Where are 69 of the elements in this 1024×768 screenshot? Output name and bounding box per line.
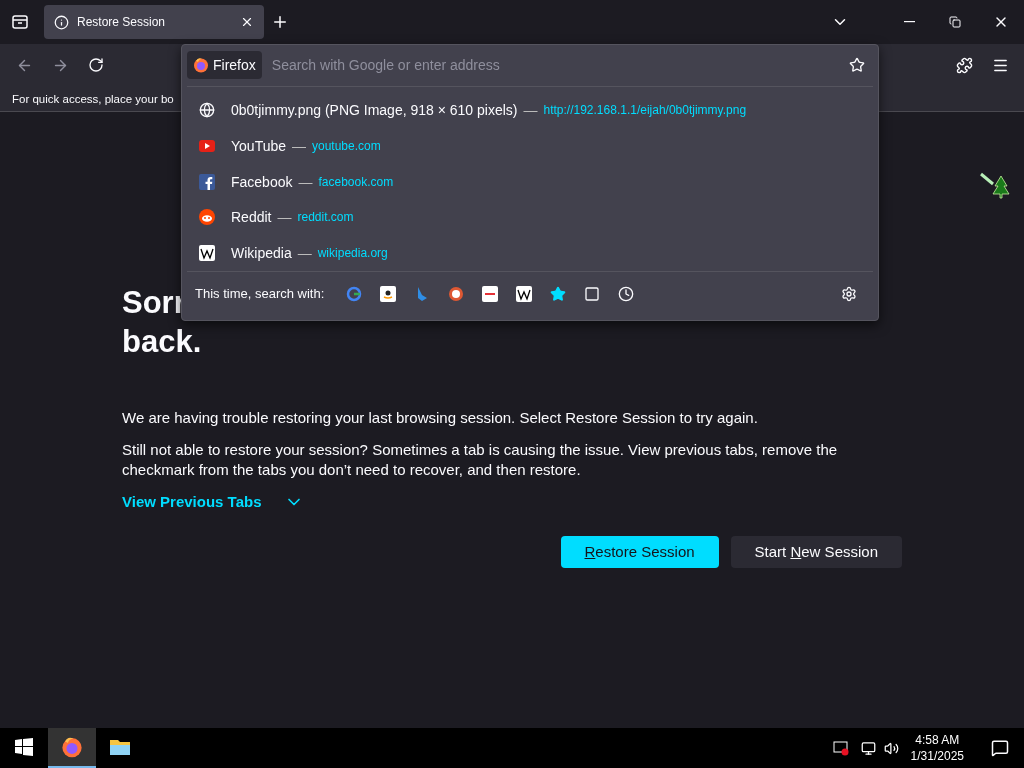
network-icon[interactable] <box>860 740 876 756</box>
page-heading: Sorr <box>122 284 186 322</box>
suggestion-url: youtube.com <box>312 138 381 153</box>
dash-separator: — <box>292 137 306 154</box>
suggestion-row[interactable]: Facebook — facebook.com <box>187 163 873 200</box>
gear-icon <box>841 285 857 302</box>
w-icon <box>199 244 215 261</box>
fox-icon <box>61 736 83 758</box>
identity-button[interactable]: Firefox <box>187 51 262 80</box>
info-icon <box>54 14 69 30</box>
suggestion-url: facebook.com <box>318 174 394 189</box>
folder-icon <box>109 738 131 756</box>
dash-separator: — <box>298 173 313 190</box>
page-paragraph: We are having trouble restoring your last browsing session. Select Restore Session to try again. <box>122 407 759 428</box>
square-icon <box>584 285 601 302</box>
plus-icon <box>271 13 289 31</box>
tray-icon <box>11 14 29 30</box>
g-icon <box>346 285 363 302</box>
suggestion-row[interactable]: 0b0tjimmy.png (PNG Image, 918 × 610 pixels) — http://192.168.1.1/eijah/0b0tjimmy.png <box>187 92 873 129</box>
play-icon <box>199 139 215 152</box>
star-icon <box>849 57 865 74</box>
windows-icon <box>15 738 33 756</box>
suggestion-row[interactable]: YouTube — youtube.com <box>187 128 873 164</box>
page-paragraph: Still not able to restore your session? Sometimes a tab is causing the issue. View previous tabs, remove the checkmark from the tabs you don’t need to recover, and then restore. <box>122 439 839 480</box>
speech-bubble-icon <box>991 739 1009 757</box>
tab-title: Restore Session <box>77 15 167 29</box>
suggestion-title: Wikipedia <box>231 244 292 261</box>
suggestion-url: wikipedia.org <box>317 245 388 260</box>
suggestion-title: Reddit <box>231 209 272 226</box>
search-engine-button[interactable] <box>448 285 465 302</box>
f-icon <box>199 173 215 190</box>
dash-separator: — <box>297 244 312 261</box>
history-search-button[interactable] <box>618 285 635 302</box>
bookmarks-hint: For quick access, place your bo <box>12 92 174 105</box>
suggestion-title: Facebook <box>231 173 293 190</box>
restore-icon <box>949 16 961 28</box>
search-engine-button[interactable] <box>516 285 533 302</box>
browser-tab[interactable]: Restore Session <box>44 5 264 39</box>
minimize-icon <box>903 21 915 23</box>
tabs-search-button[interactable] <box>584 285 601 302</box>
suggestion-url: http://192.168.1.1/eijah/0b0tjimmy.png <box>543 103 747 118</box>
volume-icon[interactable] <box>883 740 899 756</box>
clock-time: 4:58 AM <box>915 732 960 748</box>
suggestion-url: reddit.com <box>297 210 354 225</box>
duck-icon <box>448 285 465 302</box>
suggestion-title: YouTube <box>231 137 286 154</box>
dash-separator: — <box>277 209 292 226</box>
address-field[interactable]: Search with Google or enter address <box>269 56 833 75</box>
clock-date: 1/31/2025 <box>910 748 964 764</box>
close-icon[interactable] <box>240 15 254 29</box>
tree-cursor-icon <box>979 172 1013 202</box>
search-with-label: This time, search with: <box>195 286 325 302</box>
globe-icon <box>199 102 215 119</box>
puzzle-icon <box>955 56 973 74</box>
suggestion-row[interactable]: Wikipedia — wikipedia.org <box>187 234 873 271</box>
w-icon <box>516 285 533 302</box>
suggestion-title: 0b0tjimmy.png (PNG Image, 918 × 610 pixels) <box>231 102 518 119</box>
star-icon <box>550 285 567 302</box>
new-session-button[interactable]: Start New Session <box>730 535 902 568</box>
fox-icon <box>193 57 209 74</box>
view-previous-tabs-toggle[interactable]: View Previous Tabs <box>122 491 304 512</box>
browser-taskbar-button[interactable] <box>48 728 96 768</box>
bookmarks-search-button[interactable] <box>550 285 567 302</box>
restore-session-button[interactable]: Restore Session <box>560 535 719 568</box>
suggestion-row[interactable]: Reddit — reddit.com <box>187 199 873 235</box>
page-heading: back. <box>122 322 202 361</box>
dash-separator: — <box>523 102 538 119</box>
reload-icon <box>88 57 104 73</box>
clock-icon <box>618 285 635 302</box>
